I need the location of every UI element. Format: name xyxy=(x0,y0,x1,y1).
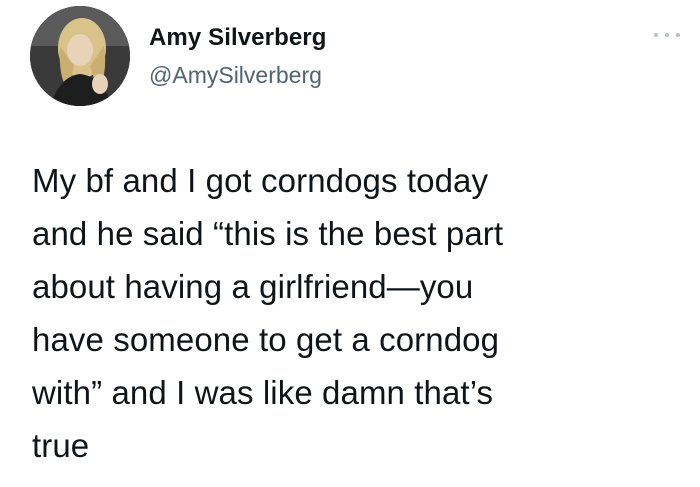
dot-icon xyxy=(676,33,680,37)
avatar[interactable] xyxy=(30,6,130,106)
tweet-text-line: true xyxy=(32,427,90,464)
tweet-text: My bf and I got corndogs today and he sa… xyxy=(32,154,672,472)
author-handle[interactable]: @AmySilverberg xyxy=(149,62,322,89)
tweet-card: Amy Silverberg @AmySilverberg My bf and … xyxy=(0,0,700,487)
tweet-text-line: have someone to get a corndog xyxy=(32,321,500,358)
tweet-text-line: about having a girlfriend—you xyxy=(32,268,474,305)
tweet-text-line: with” and I was like damn that’s xyxy=(32,374,494,411)
user-avatar-icon xyxy=(30,6,130,106)
author-display-name[interactable]: Amy Silverberg xyxy=(149,24,326,52)
dot-icon xyxy=(665,33,669,37)
dot-icon xyxy=(654,33,658,37)
tweet-text-line: My bf and I got corndogs today xyxy=(32,162,489,199)
tweet-text-line: and he said “this is the best part xyxy=(32,215,504,252)
more-options-icon[interactable] xyxy=(654,30,680,40)
